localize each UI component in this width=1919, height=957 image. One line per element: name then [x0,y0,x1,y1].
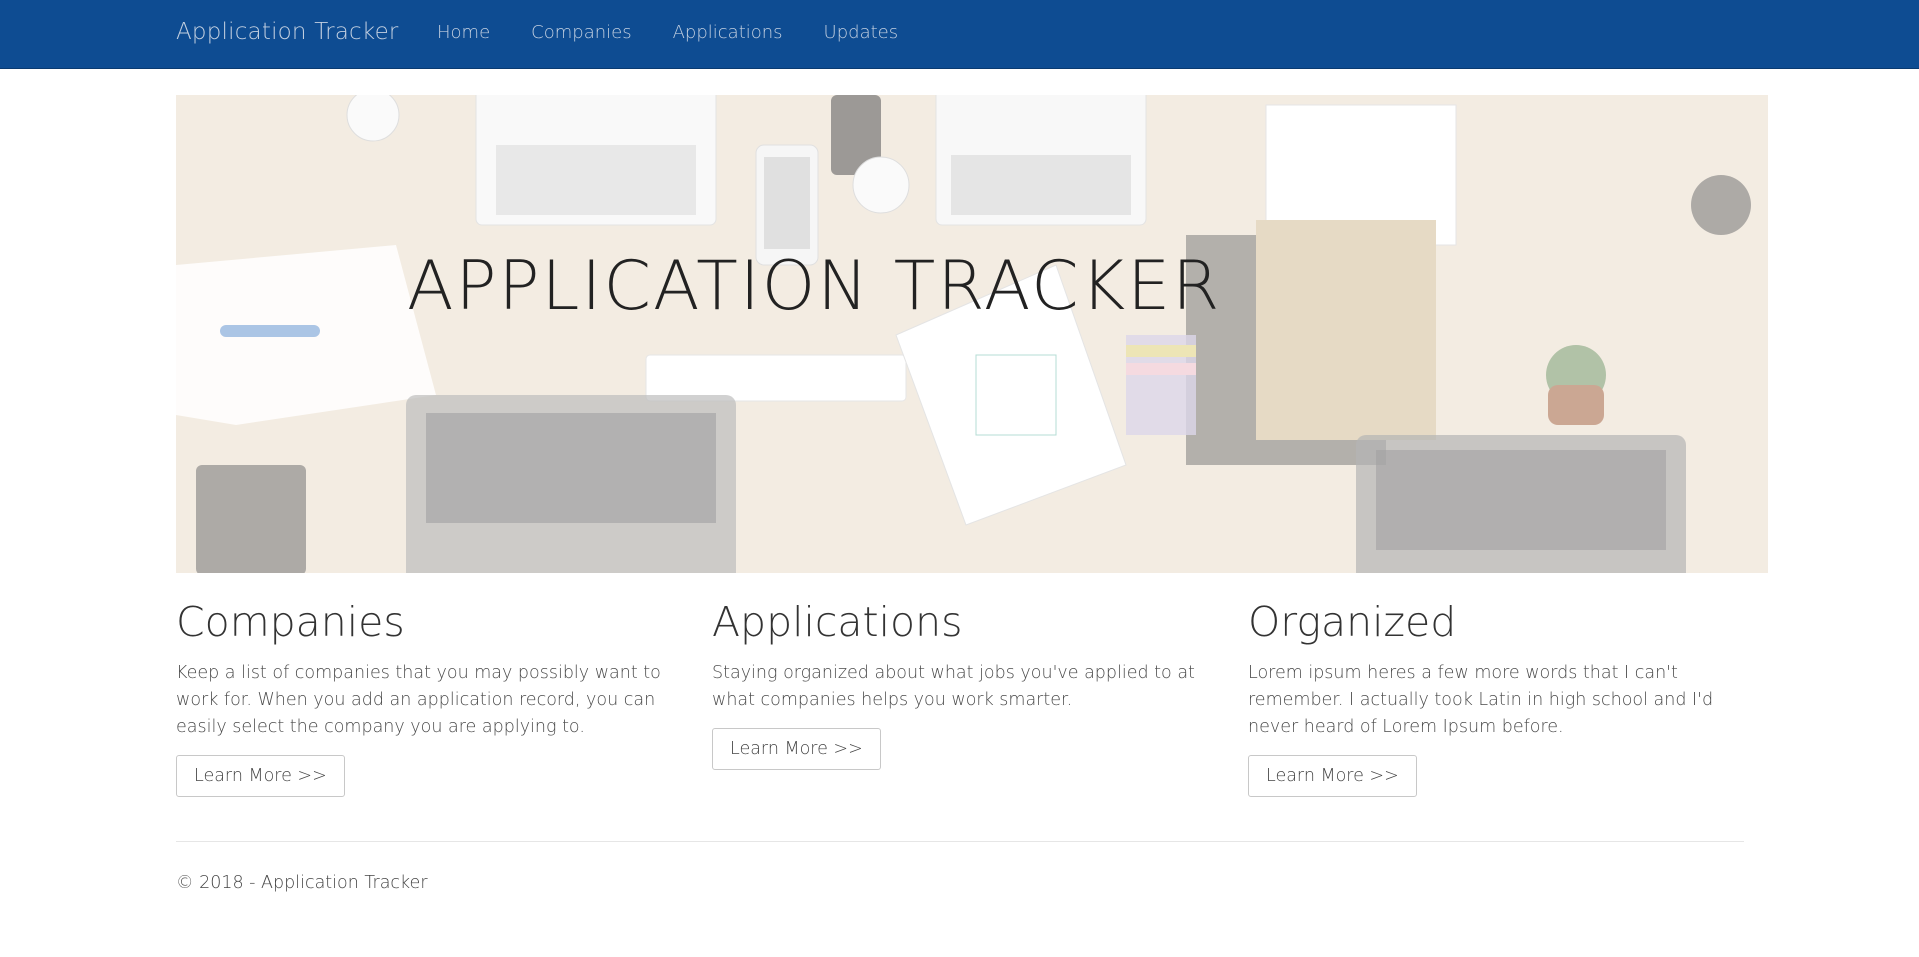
feature-heading: Applications [712,598,963,646]
top-navbar: Application Tracker Home Companies Appli… [0,0,1919,69]
footer-copyright: © 2018 - Application Tracker [176,873,428,893]
feature-text: Staying organized about what jobs you've… [712,663,1195,710]
nav-link-companies[interactable]: Companies [531,22,631,43]
nav-link-updates[interactable]: Updates [824,22,899,43]
brand-link[interactable]: Application Tracker [176,19,399,45]
learn-more-companies-button[interactable]: Learn More >> [176,755,345,797]
learn-more-organized-button[interactable]: Learn More >> [1248,755,1417,797]
feature-text: Lorem ipsum heres a few more words that … [1248,663,1714,737]
learn-more-applications-button[interactable]: Learn More >> [712,728,881,770]
nav-links: Home Companies Applications Updates [437,22,939,43]
hero-background-image [176,95,1768,573]
feature-text: Keep a list of companies that you may po… [176,663,661,737]
nav-link-applications[interactable]: Applications [673,22,783,43]
feature-heading: Organized [1248,598,1457,646]
feature-heading: Companies [176,598,405,646]
hero-title: APPLICATION TRACKER [407,247,1222,326]
nav-link-home[interactable]: Home [437,22,490,43]
feature-applications: Applications Staying organized about wha… [712,598,1212,770]
hero-banner: APPLICATION TRACKER [176,95,1768,573]
feature-organized: Organized Lorem ipsum heres a few more w… [1248,598,1748,797]
footer-divider [176,841,1744,842]
feature-companies: Companies Keep a list of companies that … [176,598,676,797]
